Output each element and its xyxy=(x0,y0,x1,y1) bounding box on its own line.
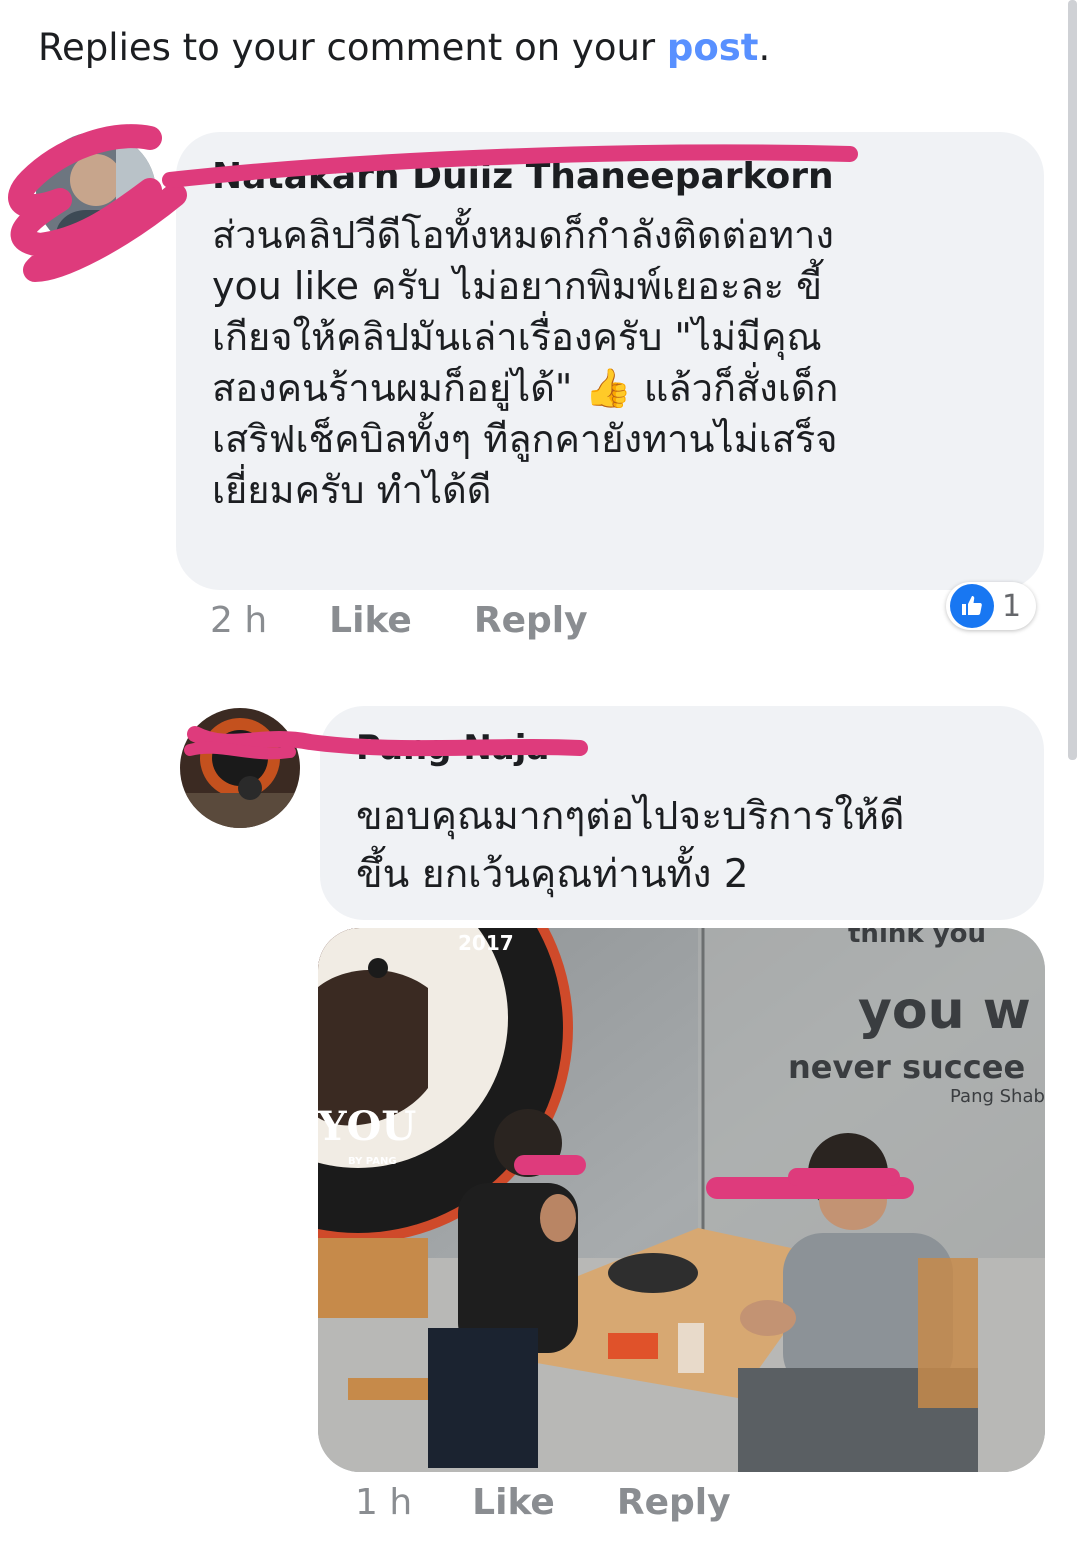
header-text: Replies to your comment on your xyxy=(38,26,667,69)
comment-line: ขอบคุณมากๆต่อไปจะบริการให้ดี xyxy=(356,794,905,839)
comment-line: เสริฟเช็คบิลทั้งๆ ทีลูกคายังทานไม่เสร็จ xyxy=(212,417,838,461)
like-button[interactable]: Like xyxy=(472,1482,555,1523)
reaction-badge[interactable]: 1 xyxy=(946,582,1036,630)
comment-text: ขอบคุณมากๆต่อไปจะบริการให้ดี ขึ้น ยกเว้น… xyxy=(356,788,904,904)
comment-line: เยี่ยมครับ ทำได้ดี xyxy=(212,468,492,512)
redaction-scribble xyxy=(184,726,588,760)
comment-line: ขึ้น ยกเว้นคุณท่านทั้ง 2 xyxy=(356,852,749,897)
notification-header: Replies to your comment on your post. xyxy=(38,26,770,69)
comment-actions: 2 h Like Reply xyxy=(210,600,588,641)
comment-line: สองคนร้านผมก็อยู่ได้" 👍 แล้วก็สั่งเด็ก xyxy=(212,366,839,410)
redaction-scribble xyxy=(8,124,858,282)
like-button[interactable]: Like xyxy=(329,600,412,641)
sign-word: YOU xyxy=(318,1103,416,1150)
post-link[interactable]: post xyxy=(667,26,759,69)
sign-small: BY PANG xyxy=(348,1156,397,1167)
thumbs-up-icon xyxy=(950,584,994,628)
comment-actions: 1 h Like Reply xyxy=(355,1482,731,1523)
scrollbar[interactable] xyxy=(1068,0,1077,760)
comment-time: 2 h xyxy=(210,600,268,641)
header-period: . xyxy=(758,26,771,69)
reply-button[interactable]: Reply xyxy=(617,1482,731,1523)
comment-time: 1 h xyxy=(355,1482,413,1523)
wall-text: never succee xyxy=(788,1048,1025,1086)
reply-button[interactable]: Reply xyxy=(474,600,588,641)
attached-photo[interactable]: 2017 YOU BY PANG think you you w never s… xyxy=(318,928,1045,1472)
comment-line: เกียจให้คลิปมันเล่าเรื่องครับ "ไม่มีคุณ xyxy=(212,315,822,359)
wall-text: Pang Shab xyxy=(950,1086,1045,1107)
sign-year: 2017 xyxy=(458,931,514,955)
reaction-count: 1 xyxy=(1002,588,1022,624)
wall-text: you w xyxy=(858,981,1031,1041)
wall-text: think you xyxy=(848,928,986,949)
face-redaction xyxy=(788,1168,900,1186)
face-redaction xyxy=(514,1155,586,1175)
